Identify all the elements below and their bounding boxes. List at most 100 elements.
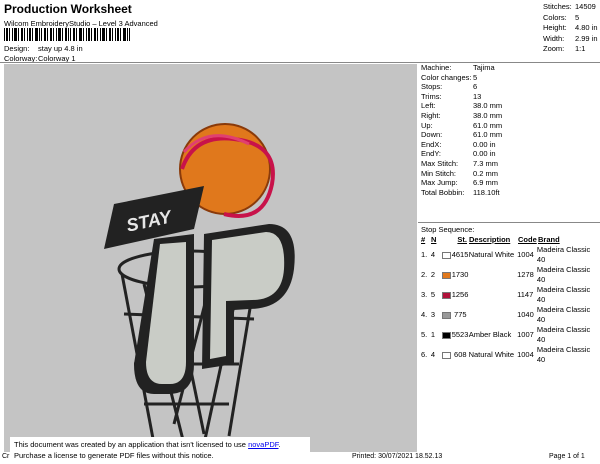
info-row: Stops: 6: [421, 82, 502, 92]
row-brand: Madeira Classic 40: [536, 305, 591, 324]
info-value: 5: [473, 72, 478, 82]
row-brand: Madeira Classic 40: [536, 245, 591, 264]
summary-row: Width: 2.99 in: [543, 34, 598, 45]
row-n: 3: [430, 310, 436, 319]
header-divider: [0, 62, 600, 63]
info-value: 0.00 in: [473, 149, 496, 159]
table-header: # N St. Description Code Brand: [421, 235, 600, 245]
color-swatch: [441, 331, 451, 339]
info-row: Right: 38.0 mm: [421, 111, 502, 121]
row-st: 1256: [451, 290, 469, 299]
row-num: 6.: [421, 350, 428, 359]
info-row: Total Bobbin: 118.10ft: [421, 188, 502, 198]
info-key: Stops:: [421, 82, 443, 92]
info-row: Trims: 13: [421, 92, 502, 102]
info-value: 7.3 mm: [473, 158, 499, 168]
summary-value: 2.99 in: [575, 33, 598, 43]
row-desc: Natural White: [468, 350, 514, 359]
col-num: #: [421, 235, 426, 244]
info-key: Right:: [421, 110, 441, 120]
info-key: EndY:: [421, 149, 442, 159]
embroidery-design: STAY: [104, 123, 295, 445]
machine-info: Machine: Tajima Color changes: 5 Stops: 6 T…: [421, 63, 502, 197]
info-row: Color changes: 5: [421, 73, 502, 83]
col-n: N: [431, 235, 437, 244]
design-row: Design: stay up 4.8 in: [4, 44, 83, 53]
info-key: EndX:: [421, 139, 442, 149]
printed-date: Printed: 30/07/2021 18.52.13: [352, 453, 443, 460]
stop-sequence-table: # N St. Description Code Brand 1. 4 4615 N…: [421, 235, 600, 365]
row-brand: Madeira Classic 40: [536, 325, 591, 344]
info-key: Max Stitch:: [421, 158, 459, 168]
up-letters: [134, 224, 295, 394]
table-row: 6. 4 608 Natural White 1004 Madeira Classic…: [421, 345, 600, 365]
row-n: 4: [430, 350, 436, 359]
design-preview: STAY: [4, 64, 417, 452]
summary-panel: Stitches: 14509 Colors: 5 Height: 4.80 in W…: [543, 2, 598, 55]
info-value: 118.10ft: [473, 187, 500, 197]
summary-row: Colors: 5: [543, 13, 598, 24]
info-row: EndX: 0.00 in: [421, 140, 502, 150]
row-code: 1040: [517, 310, 534, 319]
row-n: 5: [430, 290, 436, 299]
row-code: 1278: [517, 270, 534, 279]
col-code: Code: [518, 235, 537, 244]
info-key: Down:: [421, 130, 443, 140]
table-row: 3. 5 1256 1147 Madeira Classic 40: [421, 285, 600, 305]
info-key: Max Jump:: [421, 178, 458, 188]
color-swatch: [441, 351, 451, 359]
design-value: stay up 4.8 in: [38, 44, 83, 53]
info-row: Min Stitch: 0.2 mm: [421, 169, 502, 179]
row-code: 1007: [517, 330, 534, 339]
info-row: EndY: 0.00 in: [421, 149, 502, 159]
row-num: 4.: [421, 310, 428, 319]
summary-key: Colors:: [543, 12, 567, 22]
summary-row: Height: 4.80 in: [543, 23, 598, 34]
info-value: 61.0 mm: [473, 130, 503, 140]
worksheet-title: Production Worksheet: [4, 2, 132, 16]
col-desc: Description: [469, 235, 511, 244]
info-value: 38.0 mm: [473, 110, 503, 120]
notice-text-end: .: [278, 440, 281, 449]
software-name: Wilcom EmbroideryStudio – Level 3 Advanc…: [4, 19, 158, 28]
info-value: 0.00 in: [473, 139, 496, 149]
info-value: Tajima: [473, 63, 495, 72]
info-key: Total Bobbin:: [421, 187, 465, 197]
summary-key: Height:: [543, 23, 567, 32]
row-num: 3.: [421, 290, 428, 299]
row-st: 1730: [451, 270, 469, 279]
info-value: 13: [473, 91, 482, 101]
info-key: Color changes:: [421, 72, 472, 82]
row-brand: Madeira Classic 40: [536, 285, 591, 304]
summary-key: Stitches:: [543, 2, 572, 11]
info-value: 6: [473, 82, 478, 92]
row-desc: Natural White: [468, 250, 515, 259]
summary-value: 4.80 in: [575, 23, 598, 32]
summary-row: Stitches: 14509: [543, 2, 598, 13]
summary-row: Zoom: 1:1: [543, 44, 598, 55]
info-key: Left:: [421, 101, 436, 111]
row-st: 775: [454, 310, 467, 319]
info-value: 38.0 mm: [473, 101, 503, 111]
color-swatch: [441, 271, 451, 279]
info-key: Machine:: [421, 63, 452, 72]
col-brand: Brand: [538, 235, 560, 244]
summary-key: Width:: [543, 33, 565, 43]
novapdf-link[interactable]: novaPDF: [248, 440, 278, 449]
footer-cr: Cr: [2, 453, 10, 460]
design-label: Design:: [4, 44, 30, 53]
info-row: Up: 61.0 mm: [421, 121, 502, 131]
summary-value: 5: [575, 12, 580, 22]
barcode: [4, 28, 130, 41]
color-swatch: [441, 311, 451, 319]
table-row: 5. 1 5523 Amber Black 1007 Madeira Classic …: [421, 325, 600, 345]
table-row: 2. 2 1730 1278 Madeira Classic 40: [421, 265, 600, 285]
info-value: 6.9 mm: [473, 178, 499, 188]
info-row: Max Jump: 6.9 mm: [421, 178, 502, 188]
info-row: Max Stitch: 7.3 mm: [421, 159, 502, 169]
info-key: Trims:: [421, 91, 442, 101]
col-st: St.: [457, 235, 467, 244]
row-st: 5523: [451, 330, 469, 339]
info-row: Left: 38.0 mm: [421, 101, 502, 111]
row-brand: Madeira Classic 40: [536, 265, 591, 284]
